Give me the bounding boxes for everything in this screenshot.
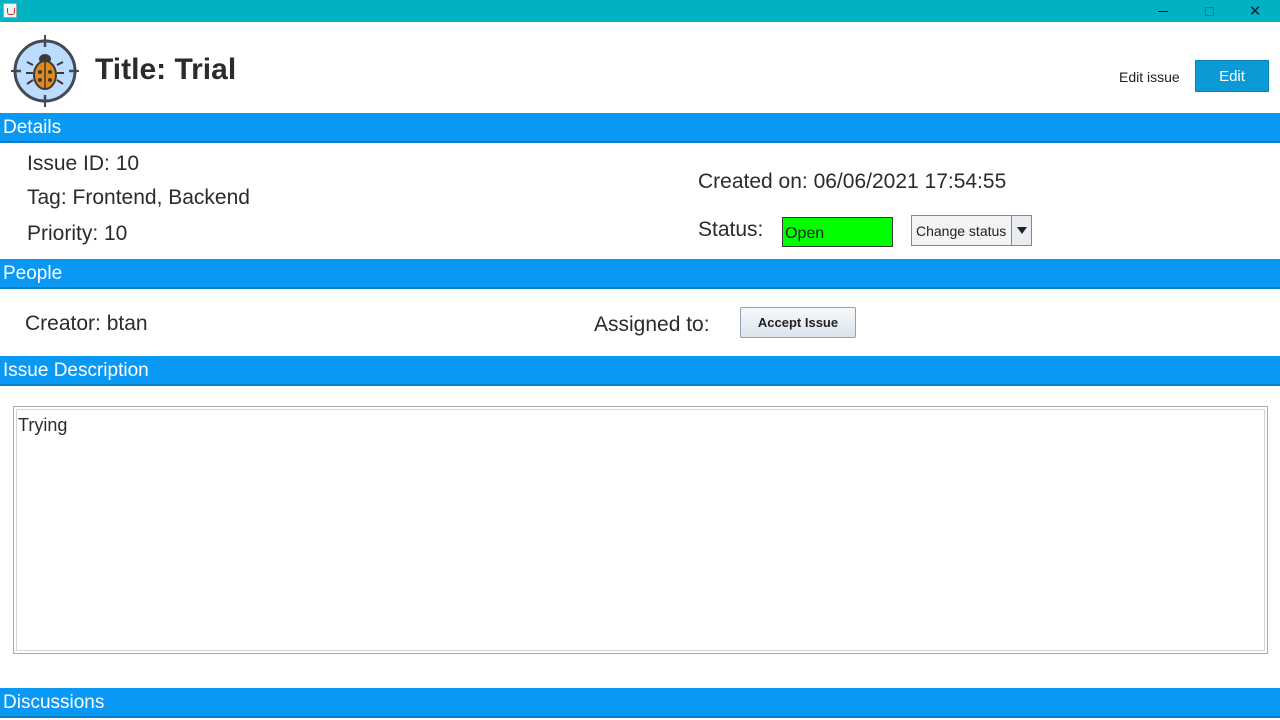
edit-issue-caption: Edit issue [1119,69,1180,85]
accept-issue-button[interactable]: Accept Issue [740,307,856,338]
section-people-header: People [0,259,1280,289]
creator: Creator: btan [25,312,148,335]
maximize-icon [1186,0,1232,22]
assigned-to-label: Assigned to: [594,313,710,336]
change-status-label: Change status [916,223,1007,239]
description-text: Trying [18,415,68,435]
description-textarea[interactable]: Trying [13,406,1268,654]
window-titlebar: ✕ [0,0,1280,22]
status-label: Status: [698,218,764,241]
section-details-header: Details [0,113,1280,143]
minimize-icon[interactable] [1140,0,1186,22]
issue-id: Issue ID: 10 [27,152,140,175]
issue-tags: Tag: Frontend, Backend [27,186,250,209]
change-status-dropdown[interactable]: Change status [911,215,1032,246]
bug-target-icon [11,35,79,107]
chevron-down-icon[interactable] [1011,216,1031,245]
section-description-header: Issue Description [0,356,1280,386]
edit-button[interactable]: Edit [1195,60,1269,92]
close-icon[interactable]: ✕ [1232,0,1278,22]
issue-priority: Priority: 10 [27,222,128,245]
page-title: Title: Trial [95,53,237,86]
status-value: Open [782,217,893,247]
java-app-icon [3,3,17,18]
issue-header: Title: Trial Edit issue Edit [0,22,1280,113]
section-discussions-header: Discussions [0,688,1280,718]
created-on: Created on: 06/06/2021 17:54:55 [698,170,1007,193]
